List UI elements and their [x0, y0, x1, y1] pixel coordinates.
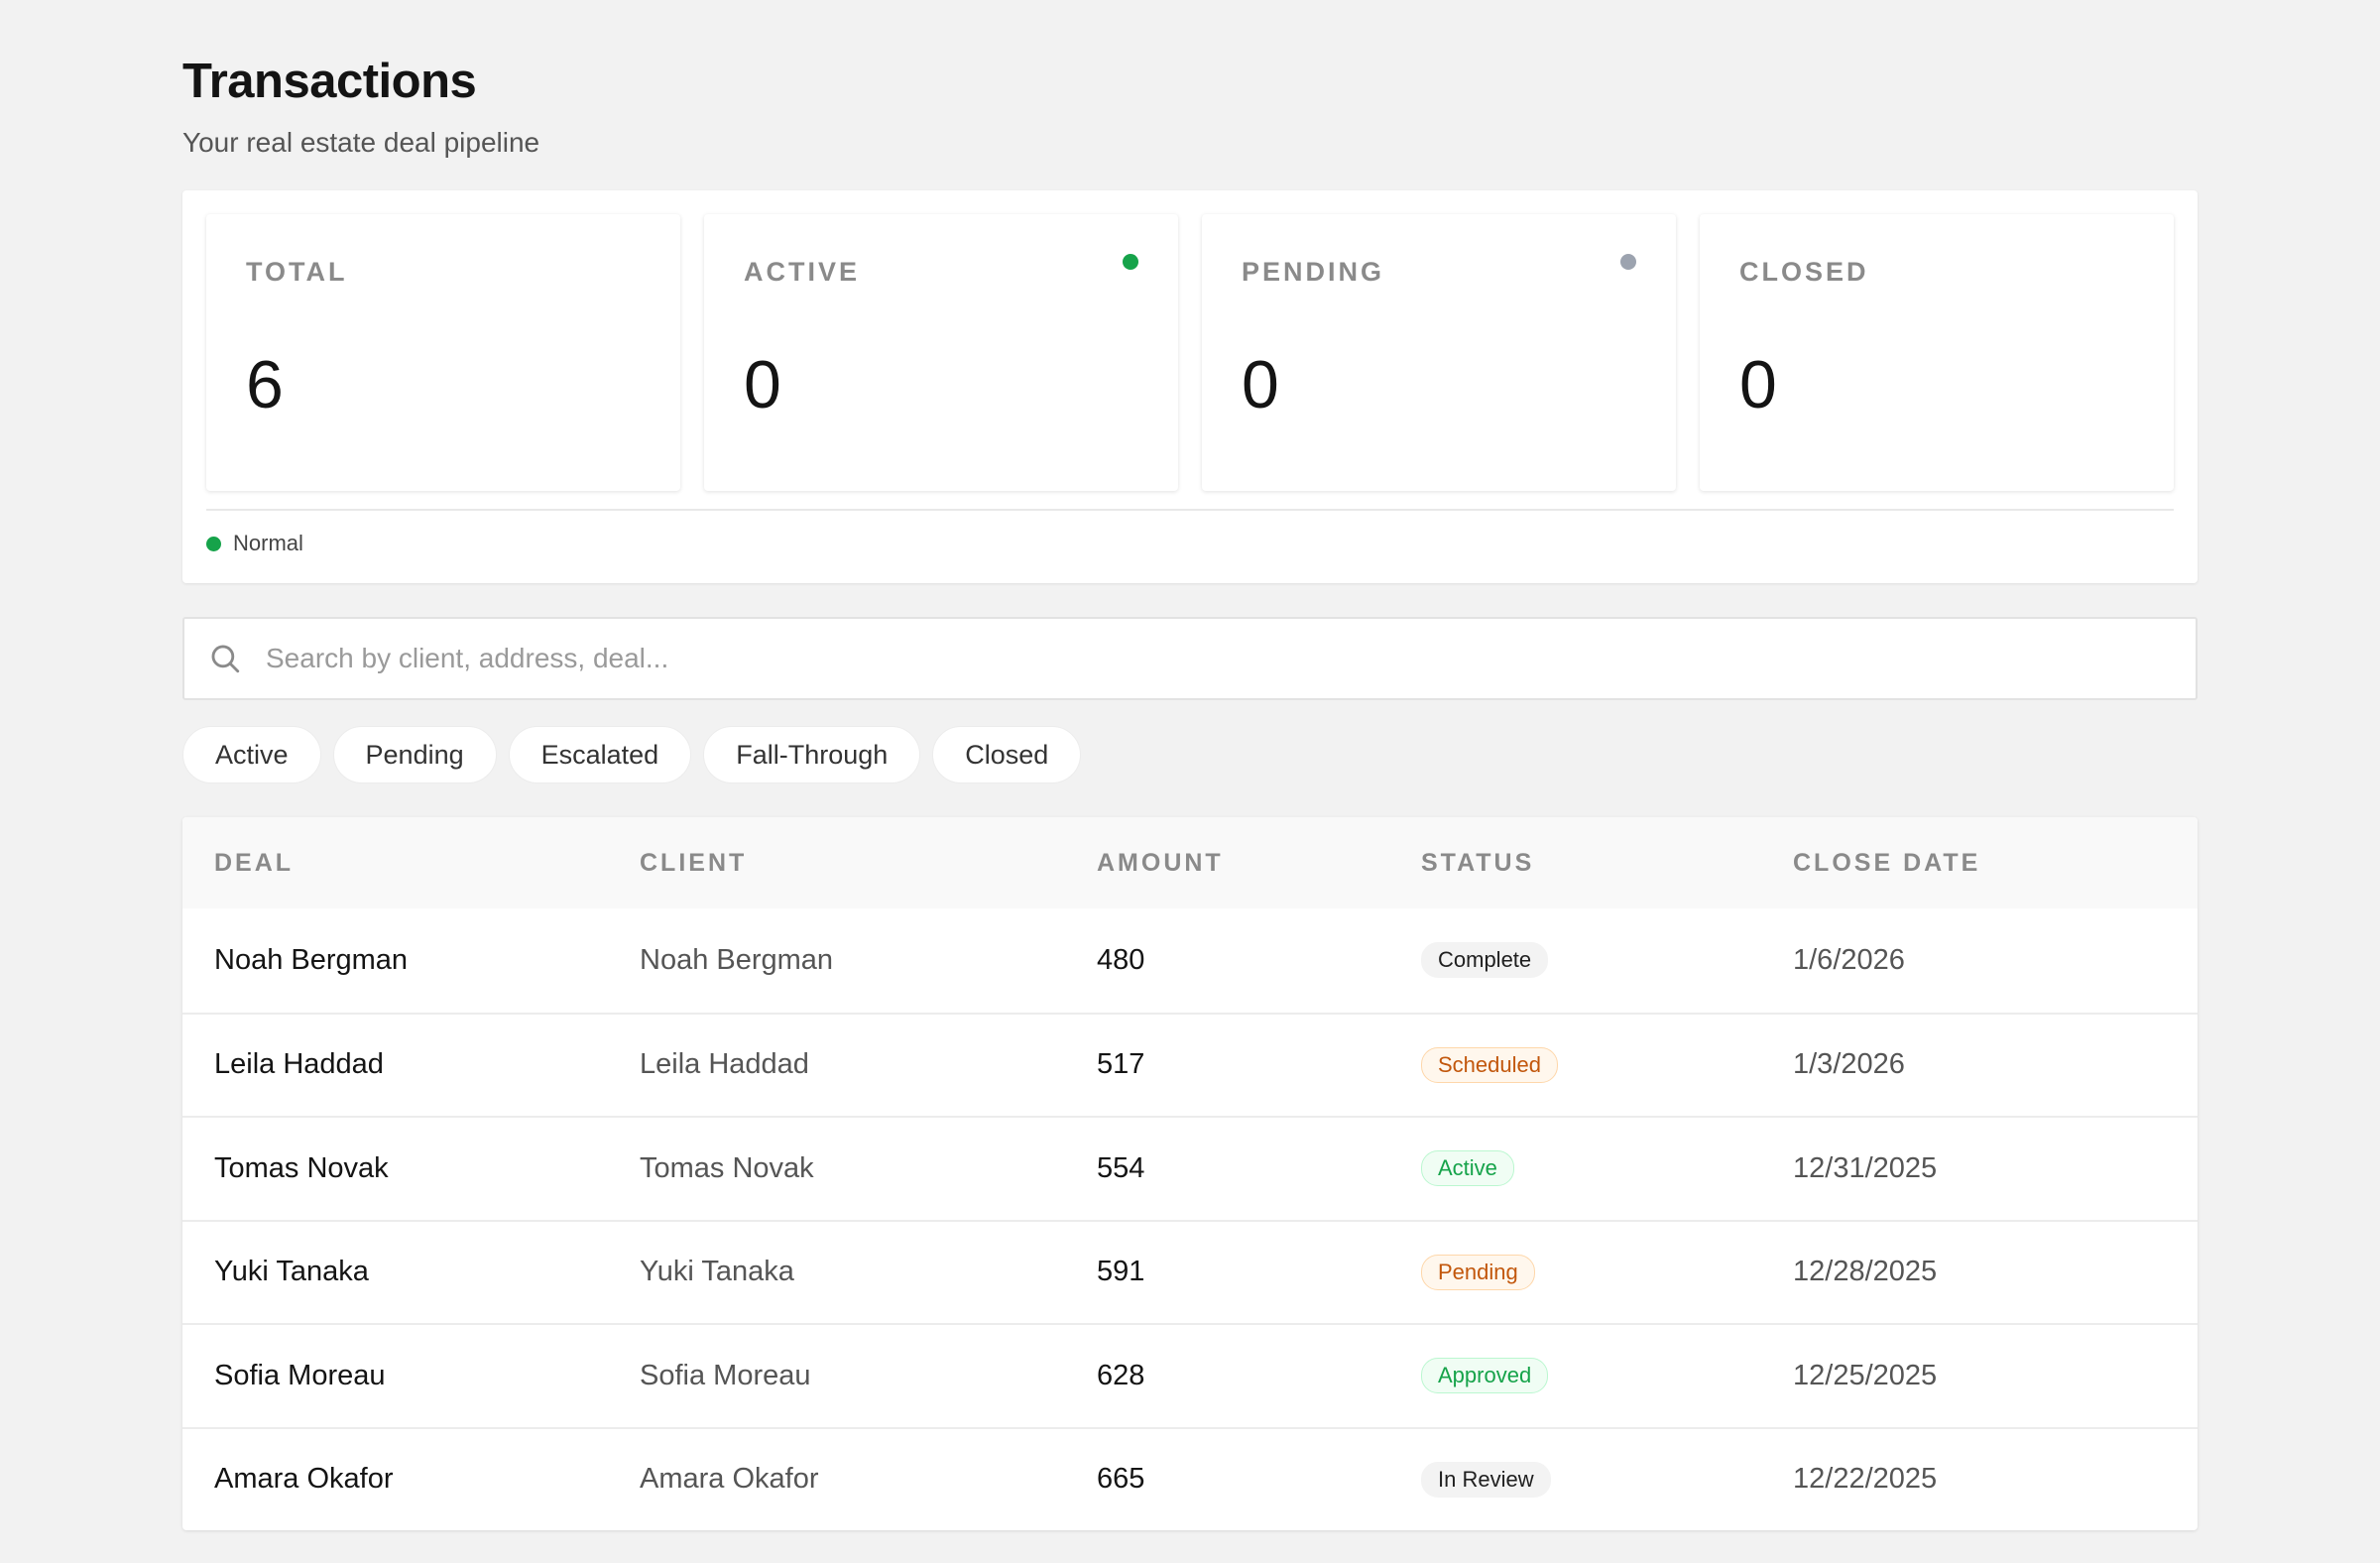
stat-card-pending: PENDING 0 [1202, 214, 1676, 491]
amount-cell: 517 [1097, 1048, 1145, 1081]
status-cell: Active [1421, 1150, 1793, 1187]
status-dot-icon [1123, 254, 1138, 270]
filter-chip-active[interactable]: Active [182, 726, 321, 783]
deal-cell: Tomas Novak [214, 1151, 389, 1184]
stat-label: ACTIVE [744, 257, 861, 287]
stat-value: 6 [246, 347, 284, 422]
deal-cell: Amara Okafor [214, 1463, 394, 1496]
status-dot-icon [1620, 254, 1636, 270]
status-badge: Active [1421, 1150, 1514, 1187]
amount-cell: 554 [1097, 1151, 1145, 1184]
client-cell: Sofia Moreau [640, 1359, 811, 1391]
amount-cell: 628 [1097, 1359, 1145, 1391]
stat-label: TOTAL [246, 257, 348, 287]
filter-chip-fall-through[interactable]: Fall-Through [703, 726, 921, 783]
stats-row: TOTAL 6 ACTIVE 0 PENDING 0 CLOSED 0 [206, 214, 2174, 491]
transactions-table: DEAL CLIENT AMOUNT STATUS CLOSE DATE Noa… [182, 817, 2198, 1530]
status-cell: Scheduled [1421, 1046, 1793, 1083]
table-body: Noah Bergman Noah Bergman 480 Complete 1… [182, 908, 2198, 1530]
table-row[interactable]: Leila Haddad Leila Haddad 517 Scheduled … [182, 1012, 2198, 1117]
page-title: Transactions [182, 55, 477, 108]
search-icon [211, 645, 240, 673]
status-cell: Approved [1421, 1358, 1793, 1394]
page-subtitle: Your real estate deal pipeline [182, 127, 540, 158]
client-cell: Leila Haddad [640, 1048, 809, 1081]
column-header-status[interactable]: STATUS [1421, 849, 1793, 878]
client-cell: Yuki Tanaka [640, 1256, 794, 1288]
deal-cell: Sofia Moreau [214, 1359, 386, 1391]
deal-cell: Noah Bergman [214, 943, 409, 976]
stats-panel: TOTAL 6 ACTIVE 0 PENDING 0 CLOSED 0 Norm… [182, 190, 2198, 583]
table-row[interactable]: Noah Bergman Noah Bergman 480 Complete 1… [182, 908, 2198, 1013]
status-cell: In Review [1421, 1461, 1793, 1498]
close-date-cell: 1/6/2026 [1793, 943, 1905, 976]
client-cell: Amara Okafor [640, 1463, 819, 1496]
stat-value: 0 [744, 347, 781, 422]
table-row[interactable]: Yuki Tanaka Yuki Tanaka 591 Pending 12/2… [182, 1219, 2198, 1324]
filter-chip-escalated[interactable]: Escalated [508, 726, 692, 783]
close-date-cell: 12/31/2025 [1793, 1151, 1938, 1184]
close-date-cell: 12/22/2025 [1793, 1463, 1938, 1496]
stat-value: 0 [1739, 347, 1777, 422]
status-badge: Complete [1421, 942, 1549, 979]
stat-card-closed: CLOSED 0 [1700, 214, 2174, 491]
status-cell: Pending [1421, 1254, 1793, 1290]
client-cell: Noah Bergman [640, 943, 834, 976]
table-row[interactable]: Sofia Moreau Sofia Moreau 628 Approved 1… [182, 1323, 2198, 1427]
status-badge: In Review [1421, 1461, 1551, 1498]
deal-cell: Leila Haddad [214, 1048, 384, 1081]
stat-label: CLOSED [1739, 257, 1869, 287]
table-row[interactable]: Amara Okafor Amara Okafor 665 In Review … [182, 1426, 2198, 1531]
status-badge: Approved [1421, 1358, 1549, 1394]
filter-chip-pending[interactable]: Pending [332, 726, 497, 783]
stat-card-total: TOTAL 6 [206, 214, 680, 491]
column-header-amount[interactable]: AMOUNT [1097, 849, 1421, 878]
status-badge: Pending [1421, 1254, 1535, 1290]
legend-label: Normal [233, 531, 303, 555]
table-header: DEAL CLIENT AMOUNT STATUS CLOSE DATE [182, 817, 2198, 908]
deal-cell: Yuki Tanaka [214, 1256, 369, 1288]
stat-label: PENDING [1242, 257, 1385, 287]
close-date-cell: 12/28/2025 [1793, 1256, 1938, 1288]
close-date-cell: 12/25/2025 [1793, 1359, 1938, 1391]
legend: Normal [206, 511, 2174, 576]
table-row[interactable]: Tomas Novak Tomas Novak 554 Active 12/31… [182, 1116, 2198, 1220]
stat-card-active: ACTIVE 0 [704, 214, 1178, 491]
status-cell: Complete [1421, 942, 1793, 979]
column-header-close-date[interactable]: CLOSE DATE [1793, 849, 2198, 878]
amount-cell: 480 [1097, 943, 1145, 976]
client-cell: Tomas Novak [640, 1151, 814, 1184]
filter-chip-closed[interactable]: Closed [932, 726, 1082, 783]
column-header-client[interactable]: CLIENT [640, 849, 1097, 878]
amount-cell: 591 [1097, 1256, 1145, 1288]
status-filters: Active Pending Escalated Fall-Through Cl… [182, 726, 2198, 783]
transactions-page: Transactions Your real estate deal pipel… [182, 52, 2198, 1530]
status-badge: Scheduled [1421, 1046, 1558, 1083]
stat-value: 0 [1242, 347, 1279, 422]
amount-cell: 665 [1097, 1463, 1145, 1496]
legend-dot-icon [206, 536, 221, 551]
column-header-deal[interactable]: DEAL [182, 849, 640, 878]
search-box [182, 617, 2198, 700]
close-date-cell: 1/3/2026 [1793, 1048, 1905, 1081]
search-input[interactable] [266, 619, 2196, 698]
